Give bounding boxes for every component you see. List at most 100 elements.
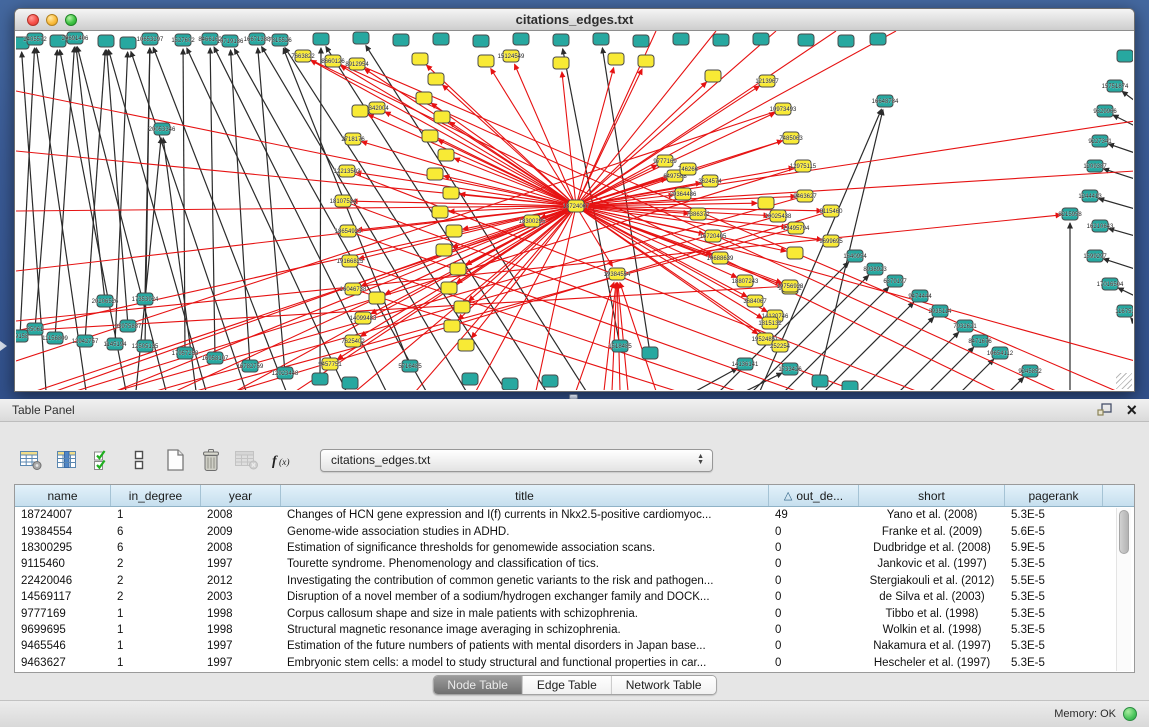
show-columns-icon[interactable] xyxy=(52,445,82,475)
graph-node[interactable] xyxy=(870,33,886,45)
graph-node[interactable] xyxy=(633,35,649,47)
graph-node[interactable]: 1640954 xyxy=(843,250,867,262)
graph-node[interactable]: 12942757 xyxy=(72,335,99,347)
column-header-out_degree[interactable]: △out_de... xyxy=(769,485,859,506)
graph-node[interactable]: 9227341 xyxy=(1088,135,1112,147)
graph-node[interactable]: 19166825 xyxy=(337,255,364,267)
network-window[interactable]: citations_edges.txt 18724007183002957663… xyxy=(14,8,1135,392)
graph-node[interactable] xyxy=(313,33,329,45)
network-view[interactable]: 1872400718300295766382286601268912954234… xyxy=(16,31,1133,390)
table-options-icon[interactable] xyxy=(16,445,46,475)
table-row[interactable]: 946362711997Embryonic stem cells: a mode… xyxy=(15,655,1134,671)
graph-node[interactable] xyxy=(713,34,729,46)
graph-node[interactable] xyxy=(593,33,609,45)
graph-node[interactable] xyxy=(462,373,478,385)
graph-node[interactable]: 1244413 xyxy=(1078,190,1102,202)
network-window-titlebar[interactable]: citations_edges.txt xyxy=(15,9,1134,31)
graph-node[interactable] xyxy=(98,35,114,47)
graph-node[interactable] xyxy=(444,320,460,332)
graph-node[interactable] xyxy=(542,375,558,387)
table-selector-dropdown[interactable]: citations_edges.txt▲▼ xyxy=(320,449,713,472)
graph-node[interactable]: 16648784 xyxy=(872,95,899,107)
function-builder-icon[interactable]: f(x) xyxy=(268,445,298,475)
graph-node[interactable]: 7815526 xyxy=(268,34,292,46)
select-columns-icon[interactable] xyxy=(88,445,118,475)
graph-node[interactable]: 9699695 xyxy=(819,235,843,247)
graph-node[interactable]: 252254 xyxy=(770,340,791,352)
graph-node[interactable]: 8471676 xyxy=(968,335,992,347)
graph-node[interactable]: 746266 xyxy=(678,163,699,175)
table-row[interactable]: 946554611997Estimation of the future num… xyxy=(15,638,1134,654)
graph-node[interactable] xyxy=(312,373,328,385)
graph-node[interactable]: 1213967 xyxy=(755,75,779,87)
graph-node[interactable]: 7625402 xyxy=(341,335,365,347)
graph-node[interactable] xyxy=(427,168,443,180)
graph-node[interactable]: 6379197 xyxy=(883,275,907,287)
graph-node[interactable]: 16671388 xyxy=(244,33,271,45)
graph-node[interactable]: 11156809 xyxy=(42,332,68,344)
graph-node[interactable]: 9245852 xyxy=(1018,365,1042,377)
graph-node[interactable]: 5716485 xyxy=(398,360,422,372)
graph-node[interactable] xyxy=(450,263,466,275)
graph-node[interactable] xyxy=(502,378,518,390)
table-row[interactable]: 1938455462009Genome-wide association stu… xyxy=(15,523,1134,539)
graph-node[interactable] xyxy=(798,34,814,46)
graph-node[interactable] xyxy=(412,53,428,65)
graph-node[interactable]: 15124549 xyxy=(498,50,525,62)
graph-node[interactable] xyxy=(553,34,569,46)
graph-node[interactable] xyxy=(642,347,658,359)
row-height-icon[interactable] xyxy=(124,445,154,475)
graph-node[interactable] xyxy=(753,33,769,45)
graph-node[interactable] xyxy=(673,33,689,45)
graph-node[interactable] xyxy=(432,206,448,218)
graph-node[interactable] xyxy=(638,55,654,67)
delete-table-icon[interactable] xyxy=(232,445,262,475)
graph-node[interactable]: 14099483 xyxy=(350,312,377,324)
graph-node[interactable] xyxy=(120,37,136,49)
table-row[interactable]: 1830029562008Estimation of significance … xyxy=(15,540,1134,556)
graph-node[interactable]: 19495794 xyxy=(783,222,810,234)
graph-node[interactable] xyxy=(787,247,803,259)
window-resize-grip[interactable] xyxy=(1116,373,1132,389)
column-header-pagerank[interactable]: pagerank xyxy=(1005,485,1103,506)
graph-node[interactable]: 93975887 xyxy=(115,320,142,332)
table-row[interactable]: 1456911722003Disruption of a novel membe… xyxy=(15,589,1134,605)
graph-node[interactable] xyxy=(838,35,854,47)
graph-node[interactable] xyxy=(369,292,385,304)
graph-node[interactable]: 20206526 xyxy=(92,295,119,307)
graph-node[interactable]: 8215958 xyxy=(1058,208,1082,220)
delete-column-icon[interactable] xyxy=(196,445,226,475)
graph-node[interactable] xyxy=(433,33,449,45)
graph-node[interactable]: 2718176 xyxy=(341,133,365,145)
graph-node[interactable] xyxy=(705,70,721,82)
graph-node[interactable]: 20053346 xyxy=(149,123,176,135)
graph-node[interactable] xyxy=(434,111,450,123)
graph-node[interactable] xyxy=(513,33,529,45)
graph-node[interactable] xyxy=(473,35,489,47)
table-row[interactable]: 911546021997Tourette syndrome. Phenomeno… xyxy=(15,556,1134,572)
table-scrollbar-thumb[interactable] xyxy=(1119,510,1129,554)
graph-node[interactable]: 1527602 xyxy=(171,34,195,46)
graph-node[interactable]: 1209387 xyxy=(1083,160,1107,172)
graph-node[interactable]: 1518485 xyxy=(608,340,632,352)
graph-node[interactable]: 8938923 xyxy=(863,263,887,275)
graph-node[interactable]: 16210643 xyxy=(1087,220,1114,232)
graph-node[interactable] xyxy=(458,339,474,351)
graph-node[interactable]: 3684067 xyxy=(743,295,767,307)
graph-node[interactable]: 9777169 xyxy=(653,155,677,167)
column-header-year[interactable]: year xyxy=(201,485,281,506)
graph-node[interactable] xyxy=(1117,50,1133,62)
graph-node[interactable]: 2935114 xyxy=(929,305,953,317)
graph-node[interactable] xyxy=(422,130,438,142)
graph-node[interactable]: 7386372 xyxy=(686,208,710,220)
graph-node[interactable] xyxy=(416,92,432,104)
graph-node[interactable] xyxy=(438,149,454,161)
graph-node[interactable]: 85061 xyxy=(27,323,44,335)
graph-node[interactable]: 14136141 xyxy=(732,358,759,370)
graph-node[interactable] xyxy=(441,282,457,294)
graph-node[interactable] xyxy=(478,55,494,67)
graph-node[interactable]: 1145194 xyxy=(104,338,128,350)
graph-node[interactable]: 10025438 xyxy=(765,210,792,222)
column-header-short[interactable]: short xyxy=(859,485,1005,506)
new-column-icon[interactable] xyxy=(160,445,190,475)
